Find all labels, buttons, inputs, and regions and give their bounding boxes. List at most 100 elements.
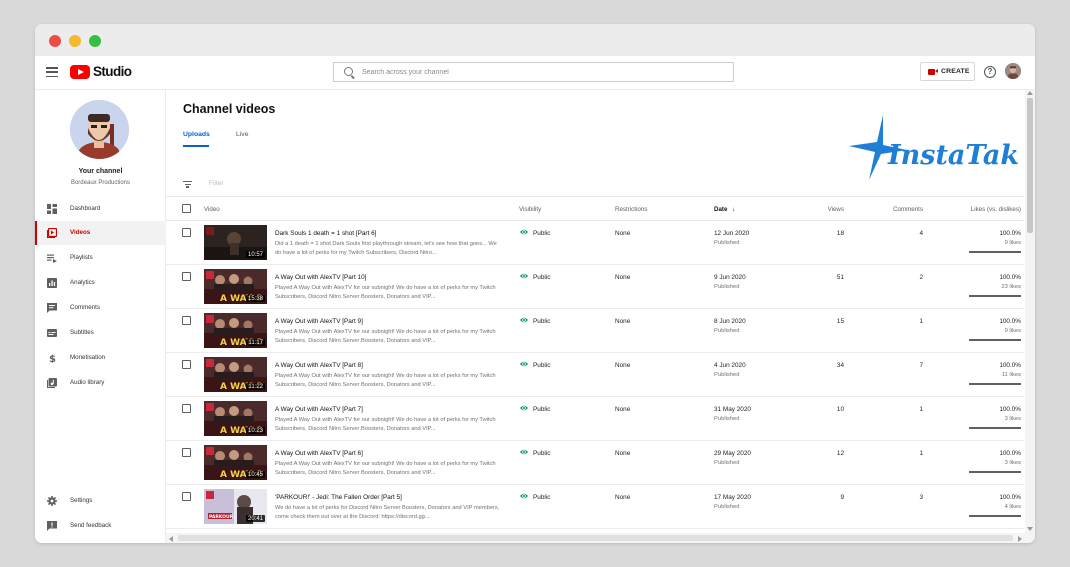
visibility-value[interactable]: Public — [533, 274, 550, 281]
row-checkbox[interactable] — [182, 316, 191, 325]
date-value: 29 May 2020 — [714, 450, 751, 457]
video-title[interactable]: A Way Out with AlexTV [Part 9] — [275, 318, 363, 325]
likes-ratio-bar — [969, 295, 1021, 297]
table-row[interactable]: 10:57 Dark Souls 1 death = 1 shot [Part 6… — [166, 221, 1024, 265]
video-title[interactable]: A Way Out with AlexTV [Part 8] — [275, 362, 363, 369]
video-thumbnail[interactable]: A WAY O 11:17 — [204, 313, 267, 348]
channel-avatar[interactable] — [70, 100, 129, 159]
table-row[interactable]: A WAY O 11:17 A Way Out with AlexTV [Part … — [166, 309, 1024, 353]
video-duration: 10:57 — [245, 251, 265, 258]
sidebar-item-dashboard[interactable]: Dashboard — [35, 197, 166, 221]
likes-count: 3 likes — [1004, 416, 1021, 422]
create-button[interactable]: CREATE — [920, 62, 975, 81]
sidebar-item-audio-library[interactable]: Audio library — [35, 371, 166, 395]
hamburger-menu-icon[interactable] — [46, 67, 58, 78]
search-box[interactable] — [333, 62, 734, 82]
video-thumbnail[interactable]: 10:57 — [204, 225, 267, 260]
sidebar-item-videos[interactable]: Videos — [35, 221, 166, 245]
column-header-restrictions: Restrictions — [615, 206, 648, 213]
sidebar-item-subtitles[interactable]: Subtitles — [35, 321, 166, 345]
visibility-value[interactable]: Public — [533, 450, 550, 457]
visibility-value[interactable]: Public — [533, 406, 550, 413]
select-all-checkbox[interactable] — [182, 204, 191, 213]
likes-percentage: 100.0% — [999, 318, 1021, 325]
restrictions-value: None — [615, 318, 631, 325]
video-title[interactable]: A Way Out with AlexTV [Part 7] — [275, 406, 363, 413]
row-checkbox[interactable] — [182, 492, 191, 501]
table-row[interactable]: A WAY O 11:22 A Way Out with AlexTV [Part … — [166, 353, 1024, 397]
video-title[interactable]: Dark Souls 1 death = 1 shot [Part 6] — [275, 230, 376, 237]
maximize-window-button[interactable] — [89, 35, 101, 47]
feedback-icon — [47, 521, 57, 531]
column-header-video: Video — [204, 206, 220, 213]
table-row[interactable]: A WAY O 10:45 A Way Out with AlexTV [Part … — [166, 441, 1024, 485]
row-checkbox[interactable] — [182, 228, 191, 237]
row-checkbox[interactable] — [182, 404, 191, 413]
date-value: 4 Jun 2020 — [714, 362, 746, 369]
scroll-up-arrow-icon[interactable] — [1027, 91, 1033, 95]
comments-value: 2 — [919, 274, 923, 281]
row-checkbox[interactable] — [182, 360, 191, 369]
column-header-date[interactable]: Date — [714, 206, 727, 213]
sidebar-item-send-feedback[interactable]: Send feedback — [35, 514, 166, 538]
video-thumbnail[interactable]: A WAY O 15:38 — [204, 269, 267, 304]
sidebar-item-playlists[interactable]: Playlists — [35, 246, 166, 270]
date-value: 31 May 2020 — [714, 406, 751, 413]
studio-logo-text[interactable]: Studio — [93, 64, 132, 79]
account-avatar[interactable] — [1005, 63, 1021, 79]
likes-ratio-fill — [969, 515, 1021, 517]
browser-window: Studio CREATE ? — [35, 24, 1035, 543]
table-row[interactable]: A WAY O 10:23 A Way Out with AlexTV [Part … — [166, 397, 1024, 441]
video-title[interactable]: A Way Out with AlexTV [Part 10] — [275, 274, 366, 281]
horizontal-scroll-thumb[interactable] — [178, 535, 1013, 541]
youtube-logo-icon[interactable] — [70, 65, 90, 79]
sort-arrow-down-icon[interactable]: ↓ — [732, 206, 735, 213]
table-row[interactable]: PARKOUR 20:41 'PARKOUR!' - Jedi: The Falle… — [166, 485, 1024, 529]
close-window-button[interactable] — [49, 35, 61, 47]
video-thumbnail[interactable]: A WAY O 10:45 — [204, 445, 267, 480]
svg-text:PARKOUR: PARKOUR — [209, 514, 234, 520]
scroll-down-arrow-icon[interactable] — [1027, 527, 1033, 531]
video-thumbnail[interactable]: PARKOUR 20:41 — [204, 489, 267, 524]
filter-bar — [166, 173, 1024, 197]
video-thumbnail[interactable]: A WAY O 11:22 — [204, 357, 267, 392]
video-title[interactable]: A Way Out with AlexTV [Part 6] — [275, 450, 363, 457]
tab-live[interactable]: Live — [236, 131, 248, 138]
row-checkbox[interactable] — [182, 448, 191, 457]
help-icon[interactable]: ? — [984, 66, 996, 78]
visibility-value[interactable]: Public — [533, 494, 550, 501]
likes-count: 23 likes — [1001, 284, 1021, 290]
studio-topbar: Studio CREATE ? — [35, 56, 1035, 90]
video-title[interactable]: 'PARKOUR!' - Jedi: The Fallen Order [Par… — [275, 494, 402, 501]
likes-percentage: 100.0% — [999, 494, 1021, 501]
likes-percentage: 100.0% — [999, 274, 1021, 281]
sidebar-item-label: Playlists — [70, 254, 93, 261]
minimize-window-button[interactable] — [69, 35, 81, 47]
horizontal-scrollbar[interactable] — [166, 533, 1025, 543]
scroll-right-arrow-icon[interactable] — [1018, 536, 1022, 542]
filter-icon[interactable] — [183, 181, 192, 188]
row-checkbox[interactable] — [182, 272, 191, 281]
views-value: 18 — [836, 230, 844, 237]
filter-input[interactable] — [209, 180, 509, 187]
search-input[interactable] — [362, 66, 722, 78]
sidebar-item-monetisation[interactable]: $ Monetisation — [35, 346, 166, 370]
sidebar-item-comments[interactable]: Comments — [35, 296, 166, 320]
scroll-left-arrow-icon[interactable] — [169, 536, 173, 542]
visibility-value[interactable]: Public — [533, 318, 550, 325]
sidebar-item-label: Settings — [70, 497, 93, 504]
vertical-scroll-thumb[interactable] — [1027, 98, 1033, 233]
table-header: Video Visibility Restrictions Date ↓ Vie… — [166, 197, 1024, 221]
tab-uploads[interactable]: Uploads — [183, 131, 210, 147]
likes-ratio-fill — [969, 339, 1021, 341]
comments-icon — [47, 303, 57, 313]
visibility-value[interactable]: Public — [533, 230, 550, 237]
likes-ratio-bar — [969, 251, 1021, 253]
column-header-likes: Likes (vs. dislikes) — [970, 206, 1021, 213]
video-thumbnail[interactable]: A WAY O 10:23 — [204, 401, 267, 436]
visibility-value[interactable]: Public — [533, 362, 550, 369]
sidebar-item-analytics[interactable]: Analytics — [35, 271, 166, 295]
vertical-scrollbar[interactable] — [1025, 90, 1035, 543]
table-row[interactable]: A WAY O 15:38 A Way Out with AlexTV [Part … — [166, 265, 1024, 309]
sidebar-item-settings[interactable]: Settings — [35, 489, 166, 513]
